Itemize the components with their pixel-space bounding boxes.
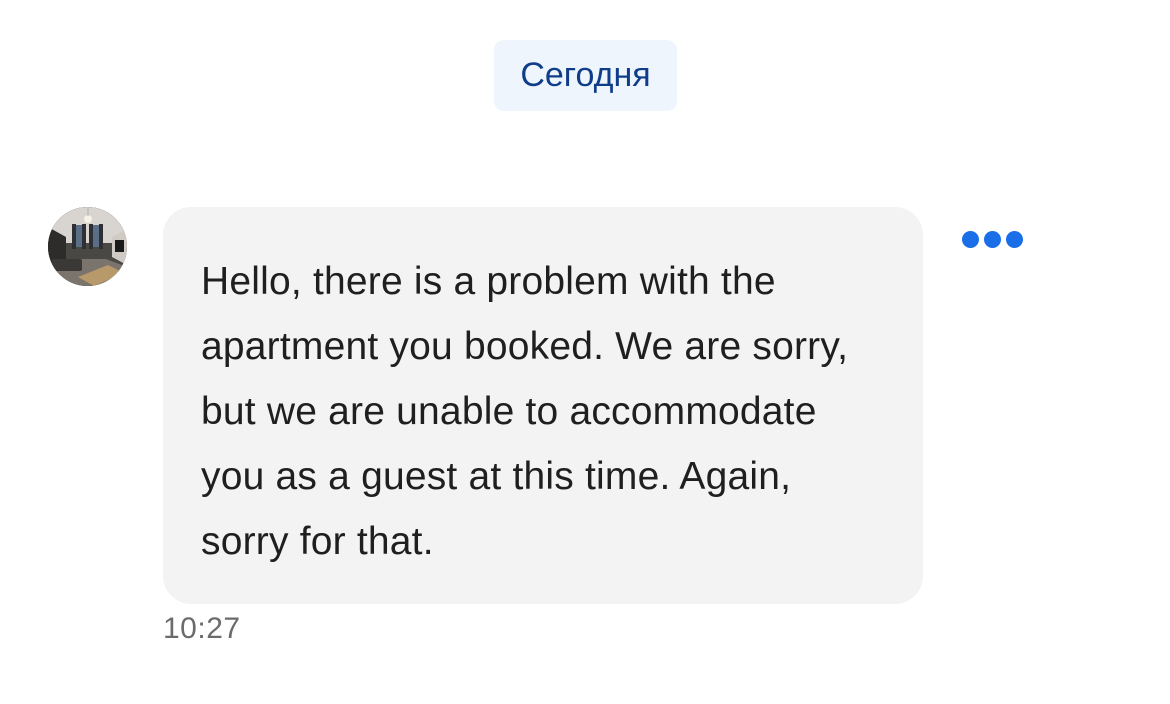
message-more-button[interactable] <box>955 228 1029 250</box>
message-bubble[interactable]: Hello, there is a problem with the apart… <box>163 207 923 604</box>
sender-avatar[interactable] <box>48 207 127 286</box>
chat-thread: Сегодня Hello, there is a problem with t… <box>0 0 1170 704</box>
more-dot <box>961 230 979 248</box>
more-dot <box>983 230 1001 248</box>
more-dot <box>1005 230 1023 248</box>
message-timestamp: 10:27 <box>163 612 241 645</box>
date-separator: Сегодня <box>494 40 677 111</box>
date-separator-label: Сегодня <box>520 56 651 94</box>
message-text: Hello, there is a problem with the apart… <box>201 260 849 563</box>
apartment-photo-icon <box>48 207 127 286</box>
